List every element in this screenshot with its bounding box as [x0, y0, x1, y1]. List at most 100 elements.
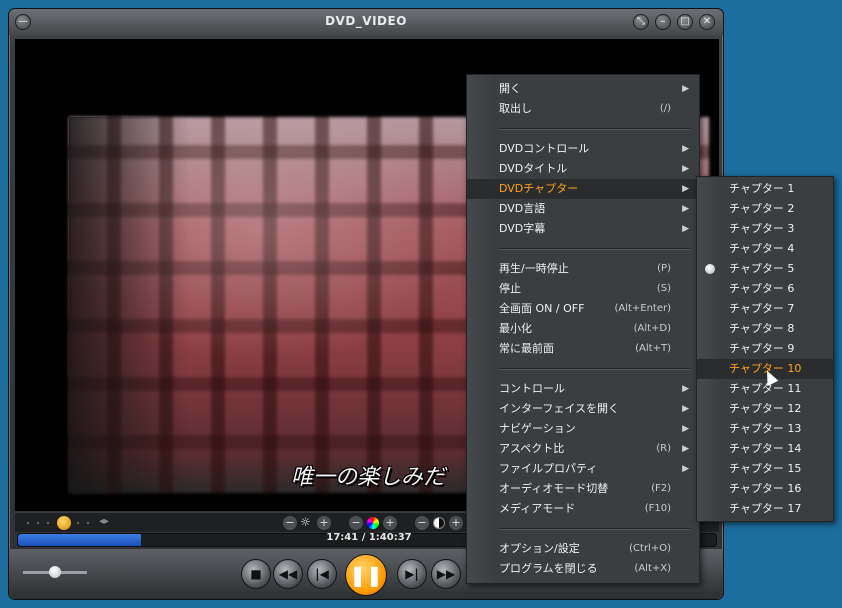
close-icon[interactable]: ✕: [699, 14, 715, 30]
chapter-label: チャプター 7: [729, 302, 795, 315]
chapter-label: チャプター 17: [729, 502, 802, 515]
submenu-arrow-icon: ▶: [682, 204, 689, 214]
volume-knob[interactable]: [49, 566, 61, 578]
chapter-item[interactable]: チャプター 3: [697, 219, 833, 239]
menu-item-shortcut: (R): [656, 443, 671, 454]
chapter-label: チャプター 16: [729, 482, 802, 495]
submenu-arrow-icon: ▶: [682, 384, 689, 394]
menu-item-open-interface[interactable]: インターフェイスを開く ▶: [467, 399, 699, 419]
chapter-label: チャプター 13: [729, 422, 802, 435]
rewind-button[interactable]: ◀◀: [273, 559, 303, 589]
menu-item-stop[interactable]: 停止 (S): [467, 279, 699, 299]
menu-item-always-on-top[interactable]: 常に最前面 (Alt+T): [467, 339, 699, 359]
speed-arrows-icon[interactable]: ◂▸: [99, 516, 109, 527]
menu-item-play-pause[interactable]: 再生/一時停止 (P): [467, 259, 699, 279]
menu-item-dvd-title[interactable]: DVDタイトル ▶: [467, 159, 699, 179]
menu-item-shortcut: (/): [659, 103, 671, 114]
menu-item-label: ナビゲーション: [499, 422, 576, 435]
menu-item-label: メディアモード: [499, 502, 576, 515]
chapter-item[interactable]: チャプター 16: [697, 479, 833, 499]
chapter-label: チャプター 15: [729, 462, 802, 475]
previous-button[interactable]: |◀: [307, 559, 337, 589]
contrast-icon: [433, 517, 445, 529]
menu-item-label: ファイルプロパティ: [499, 462, 598, 475]
chapter-label: チャプター 3: [729, 222, 795, 235]
brightness-icon: ☼: [300, 515, 311, 529]
stop-button[interactable]: ■: [241, 559, 271, 589]
menu-item-dvd-control[interactable]: DVDコントロール ▶: [467, 139, 699, 159]
menu-item-file-properties[interactable]: ファイルプロパティ ▶: [467, 459, 699, 479]
chapter-label: チャプター 5: [729, 262, 795, 275]
menu-item-label: アスペクト比: [499, 442, 565, 455]
chapter-item[interactable]: チャプター 7: [697, 299, 833, 319]
menu-item-shortcut: (Alt+Enter): [614, 303, 671, 314]
menu-item-label: オプション/設定: [499, 542, 580, 555]
chapter-label: チャプター 14: [729, 442, 802, 455]
menu-item-dvd-subtitle[interactable]: DVD字幕 ▶: [467, 219, 699, 239]
brightness-up-button[interactable]: +: [317, 516, 331, 530]
chapter-item[interactable]: チャプター 4: [697, 239, 833, 259]
window-title: DVD_VIDEO: [325, 14, 407, 28]
menu-item-control[interactable]: コントロール ▶: [467, 379, 699, 399]
chapter-item[interactable]: チャプター 2: [697, 199, 833, 219]
menu-item-dvd-language[interactable]: DVD言語 ▶: [467, 199, 699, 219]
chapter-item[interactable]: チャプター 6: [697, 279, 833, 299]
menu-item-label: オーディオモード切替: [499, 482, 609, 495]
menu-item-aspect-ratio[interactable]: アスペクト比 (R) ▶: [467, 439, 699, 459]
color-down-button[interactable]: −: [349, 516, 363, 530]
menu-item-close-program[interactable]: プログラムを閉じる (Alt+X): [467, 559, 699, 579]
menu-item-audio-mode[interactable]: オーディオモード切替 (F2): [467, 479, 699, 499]
speed-knob[interactable]: [57, 516, 71, 530]
chapter-label: チャプター 4: [729, 242, 795, 255]
chapter-item-current[interactable]: チャプター 5: [697, 259, 833, 279]
chapter-item[interactable]: チャプター 17: [697, 499, 833, 519]
menu-separator: [499, 368, 691, 370]
menu-separator: [499, 128, 691, 130]
chapter-item[interactable]: チャプター 15: [697, 459, 833, 479]
fast-forward-button[interactable]: ▶▶: [431, 559, 461, 589]
chapter-item[interactable]: チャプター 13: [697, 419, 833, 439]
minimize-icon[interactable]: –: [655, 14, 671, 30]
submenu-arrow-icon: ▶: [682, 444, 689, 454]
chapter-label: チャプター 1: [729, 182, 795, 195]
color-up-button[interactable]: +: [383, 516, 397, 530]
menu-item-shortcut: (Alt+T): [635, 343, 671, 354]
chapter-label: チャプター 9: [729, 342, 795, 355]
chapter-item[interactable]: チャプター 9: [697, 339, 833, 359]
pause-button[interactable]: ❚❚: [345, 554, 387, 596]
menu-item-open[interactable]: 開く ▶: [467, 79, 699, 99]
menu-item-shortcut: (F2): [651, 483, 671, 494]
menu-item-eject[interactable]: 取出し (/): [467, 99, 699, 119]
menu-item-minimize[interactable]: 最小化 (Alt+D): [467, 319, 699, 339]
color-wheel-icon: [367, 517, 379, 529]
menu-item-navigation[interactable]: ナビゲーション ▶: [467, 419, 699, 439]
menu-item-dvd-chapter[interactable]: DVDチャプター ▶: [467, 179, 699, 199]
chapter-item[interactable]: チャプター 12: [697, 399, 833, 419]
menu-item-fullscreen[interactable]: 全画面 ON / OFF (Alt+Enter): [467, 299, 699, 319]
menu-item-options[interactable]: オプション/設定 (Ctrl+O): [467, 539, 699, 559]
brightness-down-button[interactable]: −: [283, 516, 297, 530]
compact-mode-icon[interactable]: ⤡: [633, 14, 649, 30]
contrast-up-button[interactable]: +: [449, 516, 463, 530]
chapter-item[interactable]: チャプター 14: [697, 439, 833, 459]
chapter-label: チャプター 2: [729, 202, 795, 215]
chapter-item[interactable]: チャプター 1: [697, 179, 833, 199]
menu-item-label: DVD字幕: [499, 222, 546, 235]
submenu-arrow-icon: ▶: [682, 464, 689, 474]
strip-dot: [87, 522, 89, 524]
chapter-item[interactable]: チャプター 8: [697, 319, 833, 339]
menu-item-label: 開く: [499, 82, 521, 95]
strip-dot: [47, 522, 49, 524]
menu-item-label: コントロール: [499, 382, 565, 395]
next-button[interactable]: ▶|: [397, 559, 427, 589]
maximize-icon[interactable]: □: [677, 14, 693, 30]
time-display: 17:41 / 1:40:37: [326, 532, 412, 543]
selected-radio-icon: [705, 264, 715, 274]
title-bar[interactable]: — DVD_VIDEO ⤡ – □ ✕: [9, 9, 723, 35]
seek-progress: [18, 534, 141, 546]
menu-item-label: 全画面 ON / OFF: [499, 302, 585, 315]
contrast-down-button[interactable]: −: [415, 516, 429, 530]
menu-item-media-mode[interactable]: メディアモード (F10): [467, 499, 699, 519]
menu-item-shortcut: (Alt+X): [634, 563, 671, 574]
chapter-label: チャプター 12: [729, 402, 802, 415]
